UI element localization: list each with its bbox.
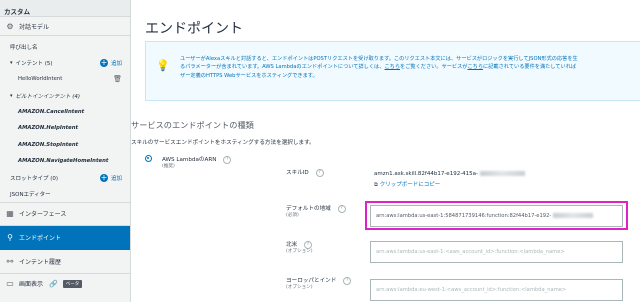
sidebar-item-builtin[interactable]: AMAZON.HelpIntent xyxy=(0,120,130,137)
sidebar: カスタム ⚙ 対話モデル 呼び出し名 ▾ インテント (5) + 追加 Hello… xyxy=(0,0,131,302)
sidebar-item-custom-intent[interactable]: HelloWorldIntent 🗑 xyxy=(0,71,130,88)
lambda-arn-radio[interactable] xyxy=(145,155,152,162)
sidebar-item-builtin[interactable]: AMAZON.StopIntent xyxy=(0,137,130,154)
history-icon: ⚯ xyxy=(6,256,14,266)
sidebar-item-label: JSONエディター xyxy=(10,191,51,198)
sidebar-item-label: 対話モデル xyxy=(19,23,50,31)
skill-id-value: amzn1.ask.skill.82f44b17-e192-415a- xyxy=(374,171,479,177)
lightbulb-icon: 💡 xyxy=(156,59,170,72)
required-note: (必須) xyxy=(286,213,299,218)
sidebar-item-label: インターフェース xyxy=(19,211,67,218)
highlight-box xyxy=(365,201,628,230)
sidebar-item-model[interactable]: ⚙ 対話モデル xyxy=(0,17,130,36)
sidebar-item-endpoint[interactable]: ⚲ エンドポイント xyxy=(0,225,130,250)
help-icon[interactable]: ? xyxy=(343,276,352,285)
copy-to-clipboard-link[interactable]: ⧉ クリップボードにコピー xyxy=(374,180,440,189)
sidebar-item-builtin-intents[interactable]: ▾ ビルトインインテント (4) xyxy=(0,88,130,104)
sidebar-item-label: エンドポイント xyxy=(19,235,62,242)
section-description: スキルのサービスエンドポイントをホスティングする方法を選択します。 xyxy=(131,140,315,146)
skill-id-label: スキルID xyxy=(286,170,309,176)
beta-badge: ベータ xyxy=(62,279,83,288)
trash-icon[interactable]: 🗑 xyxy=(113,75,122,83)
sidebar-item-builtin[interactable]: AMAZON.CancelIntent xyxy=(0,104,130,121)
europe-india-arn-input[interactable]: arn:aws:lambda:eu-west-1:<aws_account_id… xyxy=(370,279,623,301)
endpoint-icon: ⚲ xyxy=(7,233,13,242)
copy-icon: ⧉ xyxy=(374,182,378,188)
main-content: エンドポイント 💡 ユーザーがAlexaスキルと対話すると、エンドポイントはPO… xyxy=(131,0,640,302)
page-title: エンドポイント xyxy=(145,21,243,37)
sidebar-item-json-editor[interactable]: JSONエディター xyxy=(0,186,130,202)
sidebar-item-interfaces[interactable]: ▦ インターフェース xyxy=(0,201,130,226)
sidebar-item-invocation[interactable]: 呼び出し名 xyxy=(0,39,130,55)
settings-icon: ⚙ xyxy=(6,21,14,31)
plus-icon: + xyxy=(99,172,108,182)
display-icon: ▭ xyxy=(6,279,14,288)
sidebar-item-label: インテント (5) xyxy=(15,61,53,67)
help-icon[interactable]: ? xyxy=(315,168,324,177)
docs-link[interactable]: こちら xyxy=(384,64,400,70)
redacted-block xyxy=(480,171,526,176)
interface-icon: ▦ xyxy=(6,209,14,218)
help-icon[interactable]: ? xyxy=(223,155,232,164)
sidebar-item-label: ビルトインインテント (4) xyxy=(15,93,81,100)
optional-note: (オプション) xyxy=(286,249,313,254)
sidebar-item-intents[interactable]: ▾ インテント (5) + 追加 xyxy=(0,55,130,71)
sidebar-item-label: 呼び出し名 xyxy=(10,45,38,51)
optional-note: (オプション) xyxy=(286,285,313,290)
recommended-note: (推奨) xyxy=(162,164,175,169)
info-box: 💡 ユーザーがAlexaスキルと対話すると、エンドポイントはPOSTリクエストを… xyxy=(145,41,640,101)
chevron-down-icon: ▾ xyxy=(10,92,13,99)
add-intent-button[interactable]: + 追加 xyxy=(99,58,122,67)
link-icon: 🔗 xyxy=(49,279,58,288)
sidebar-item-label: インテント履歴 xyxy=(19,258,62,266)
sidebar-header: カスタム xyxy=(0,0,130,17)
sidebar-item-label: HelloWorldIntent xyxy=(18,76,63,83)
chevron-down-icon: ▾ xyxy=(10,60,13,66)
section-title: サービスのエンドポイントの種類 xyxy=(131,120,254,130)
sidebar-item-label: 画面表示 xyxy=(19,281,44,288)
requirements-link[interactable]: こちら xyxy=(467,64,483,70)
help-icon[interactable]: ? xyxy=(337,204,346,213)
sidebar-item-builtin[interactable]: AMAZON.NavigateHomeIntent xyxy=(0,153,130,170)
sidebar-item-slot-types[interactable]: スロットタイプ (0) + 追加 xyxy=(0,170,130,186)
plus-icon: + xyxy=(99,58,108,67)
sidebar-item-label: スロットタイプ (0) xyxy=(10,175,59,182)
sidebar-item-intent-history[interactable]: ⚯ インテント履歴 xyxy=(0,249,130,274)
add-slot-type-button[interactable]: + 追加 xyxy=(99,172,122,182)
north-america-arn-input[interactable]: arn:aws:lambda:us-east-1:<aws_account_id… xyxy=(370,241,623,263)
sidebar-item-display[interactable]: ▭ 画面表示 🔗 ベータ xyxy=(0,274,130,294)
